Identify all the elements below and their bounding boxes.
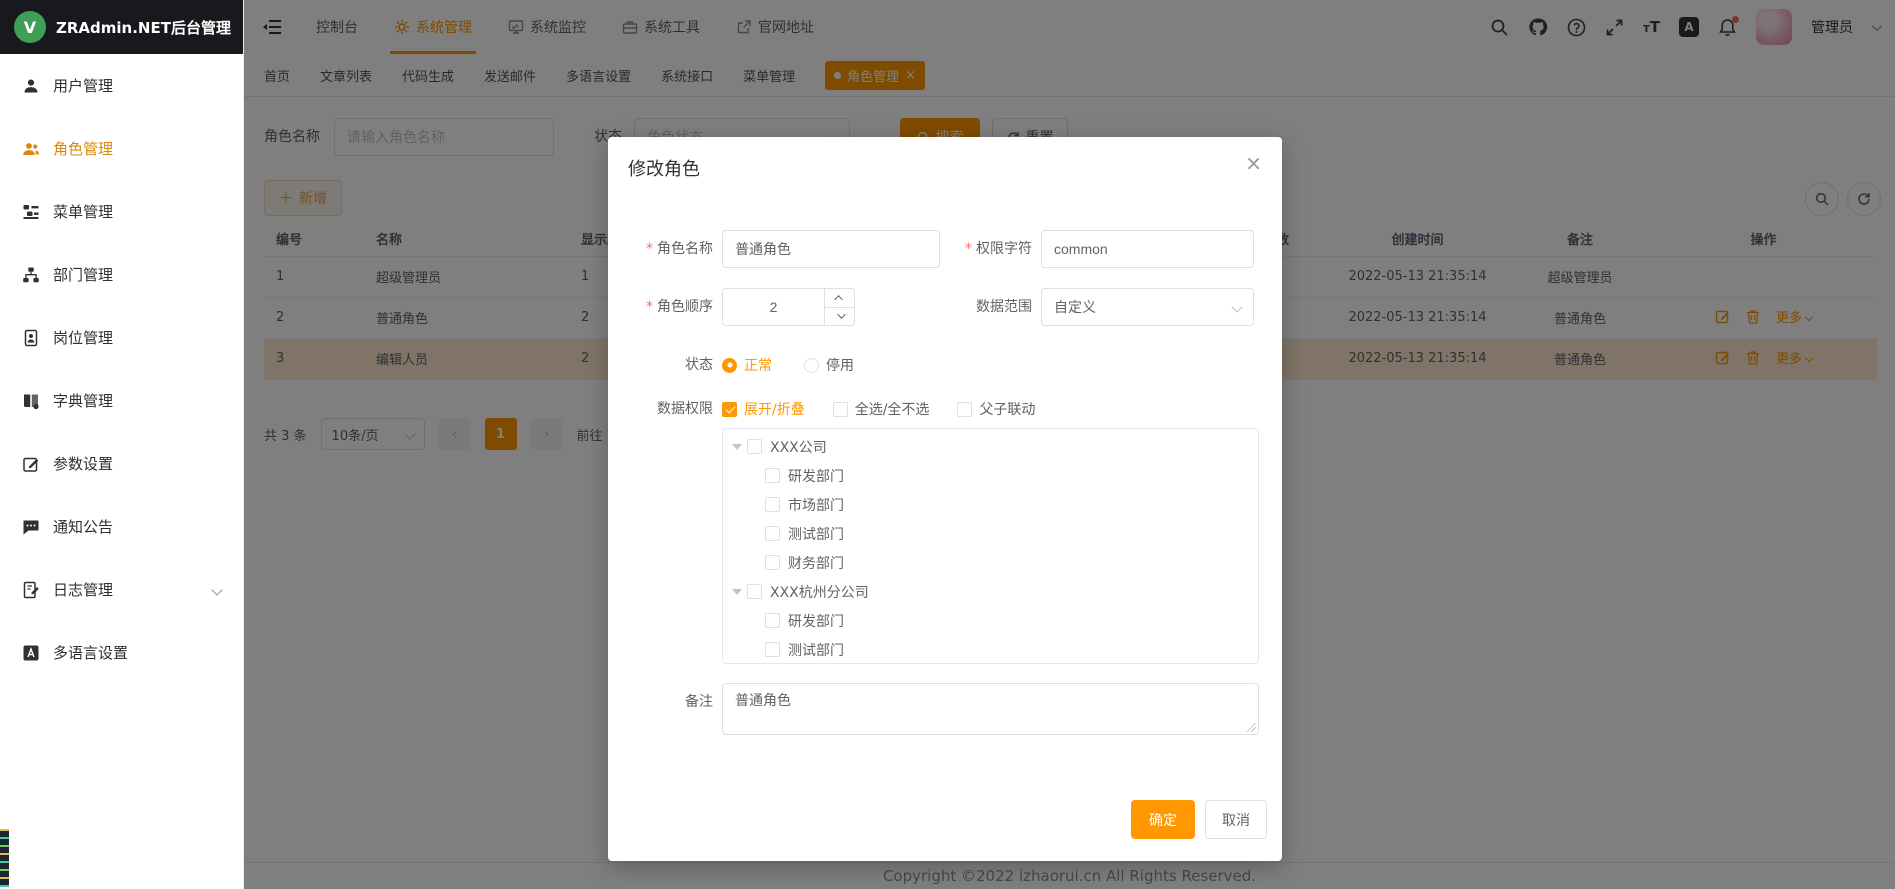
remark-label: 备注 bbox=[608, 683, 713, 721]
role-name-input[interactable] bbox=[722, 230, 940, 268]
sidebar-item-label: 菜单管理 bbox=[53, 201, 113, 222]
checkbox-icon[interactable] bbox=[765, 642, 780, 657]
sidebar-item-label: 部门管理 bbox=[53, 264, 113, 285]
radio-icon bbox=[804, 358, 819, 373]
checkbox-icon bbox=[722, 402, 737, 417]
form-row-1: *角色名称 *权限字符 bbox=[608, 230, 1282, 270]
book-icon bbox=[22, 392, 40, 410]
checkbox-icon[interactable] bbox=[765, 497, 780, 512]
form-row-status: 状态 正常 停用 bbox=[608, 346, 1282, 384]
role-name-label: *角色名称 bbox=[608, 230, 713, 268]
remark-textarea[interactable]: 普通角色 bbox=[722, 683, 1259, 735]
logo-icon: V bbox=[14, 11, 46, 43]
radio-icon bbox=[722, 358, 737, 373]
sidebar-item-role-manage[interactable]: 角色管理 bbox=[0, 117, 243, 180]
parent-child-link-checkbox[interactable]: 父子联动 bbox=[957, 399, 1035, 419]
checkbox-icon[interactable] bbox=[747, 584, 762, 599]
app: 控制台 系统管理 系统监控 系统工具 bbox=[0, 0, 1895, 889]
dept-tree: XXX公司 研发部门 市场部门 测试部门 财务部门 bbox=[722, 428, 1259, 664]
sidebar-item-i18n-settings[interactable]: 多语言设置 bbox=[0, 621, 243, 684]
sidebar-item-label: 日志管理 bbox=[53, 579, 113, 600]
status-radio-disabled[interactable]: 停用 bbox=[804, 355, 854, 375]
cancel-button[interactable]: 取消 bbox=[1205, 800, 1267, 839]
sidebar-item-user-manage[interactable]: 用户管理 bbox=[0, 54, 243, 117]
sidebar-item-post-manage[interactable]: 岗位管理 bbox=[0, 306, 243, 369]
sidebar-item-dept-manage[interactable]: 部门管理 bbox=[0, 243, 243, 306]
required-asterisk: * bbox=[646, 299, 653, 315]
data-perm-label: 数据权限 bbox=[608, 390, 713, 428]
sidebar-item-label: 字典管理 bbox=[53, 390, 113, 411]
stepper-down-button[interactable] bbox=[825, 308, 854, 326]
users-icon bbox=[22, 140, 40, 158]
checkbox-icon[interactable] bbox=[747, 439, 762, 454]
edit-square-icon bbox=[22, 455, 40, 473]
checkbox-icon bbox=[833, 402, 848, 417]
tree-expand-icon[interactable] bbox=[727, 589, 747, 595]
tree-node[interactable]: 测试部门 bbox=[723, 635, 1258, 664]
sidebar-item-notice[interactable]: 通知公告 bbox=[0, 495, 243, 558]
sidebar-item-label: 多语言设置 bbox=[53, 642, 128, 663]
close-icon[interactable]: × bbox=[1245, 153, 1262, 173]
data-scope-select[interactable]: 自定义 bbox=[1041, 288, 1254, 326]
sidebar-item-label: 用户管理 bbox=[53, 75, 113, 96]
sidebar-item-label: 通知公告 bbox=[53, 516, 113, 537]
data-scope-label: 数据范围 bbox=[926, 288, 1032, 326]
role-key-input[interactable] bbox=[1041, 230, 1254, 268]
role-order-stepper bbox=[722, 288, 855, 326]
app-logo: V ZRAdmin.NET后台管理 bbox=[0, 0, 243, 54]
required-asterisk: * bbox=[646, 241, 653, 257]
checkbox-icon[interactable] bbox=[765, 526, 780, 541]
sidebar: V ZRAdmin.NET后台管理 用户管理 角色管理 菜单管理 部门管理 bbox=[0, 0, 244, 889]
chevron-down-icon bbox=[1231, 301, 1242, 312]
role-order-label: *角色顺序 bbox=[608, 288, 713, 326]
form-row-2: *角色顺序 数据范围 自定义 bbox=[608, 288, 1282, 328]
tree-node[interactable]: XXX杭州分公司 bbox=[723, 577, 1258, 606]
tree-node[interactable]: 市场部门 bbox=[723, 490, 1258, 519]
language-square-icon bbox=[22, 644, 40, 662]
status-label: 状态 bbox=[608, 346, 713, 384]
dialog-title: 修改角色 bbox=[628, 155, 700, 181]
app-title: ZRAdmin.NET后台管理 bbox=[56, 17, 231, 38]
document-edit-icon bbox=[22, 581, 40, 599]
tree-expand-icon[interactable] bbox=[727, 444, 747, 450]
stepper-buttons bbox=[824, 289, 854, 325]
checkbox-icon[interactable] bbox=[765, 613, 780, 628]
sidebar-item-label: 岗位管理 bbox=[53, 327, 113, 348]
checkbox-icon bbox=[957, 402, 972, 417]
sidebar-item-log-manage[interactable]: 日志管理 bbox=[0, 558, 243, 621]
tree-node[interactable]: 研发部门 bbox=[723, 461, 1258, 490]
chevron-up-icon bbox=[834, 295, 842, 303]
expand-collapse-checkbox[interactable]: 展开/折叠 bbox=[722, 399, 805, 419]
sidebar-item-param-settings[interactable]: 参数设置 bbox=[0, 432, 243, 495]
sidebar-item-label: 参数设置 bbox=[53, 453, 113, 474]
select-all-checkbox[interactable]: 全选/全不选 bbox=[833, 399, 930, 419]
confirm-button[interactable]: 确定 bbox=[1131, 800, 1195, 839]
tree-node[interactable]: 研发部门 bbox=[723, 606, 1258, 635]
tree-node[interactable]: XXX公司 bbox=[723, 432, 1258, 461]
stats-monitor-widget bbox=[0, 829, 9, 887]
sidebar-item-label: 角色管理 bbox=[53, 138, 113, 159]
chevron-down-icon bbox=[211, 584, 222, 595]
form-row-data-perm: 数据权限 展开/折叠 全选/全不选 父子联动 bbox=[608, 390, 1282, 428]
role-key-label: *权限字符 bbox=[926, 230, 1032, 268]
stepper-up-button[interactable] bbox=[825, 289, 854, 308]
edit-role-dialog: 修改角色 × *角色名称 *权限字符 *角色顺序 数据范围 自定义 bbox=[608, 137, 1282, 861]
required-asterisk: * bbox=[965, 241, 972, 257]
chevron-down-icon bbox=[837, 311, 845, 319]
sidebar-menu: 用户管理 角色管理 菜单管理 部门管理 岗位管理 字典管理 bbox=[0, 54, 243, 684]
chat-bubble-icon bbox=[22, 518, 40, 536]
user-icon bbox=[22, 77, 40, 95]
checkbox-icon[interactable] bbox=[765, 555, 780, 570]
sidebar-item-dict-manage[interactable]: 字典管理 bbox=[0, 369, 243, 432]
status-radio-normal[interactable]: 正常 bbox=[722, 355, 772, 375]
tree-node[interactable]: 财务部门 bbox=[723, 548, 1258, 577]
menu-tree-icon bbox=[22, 203, 40, 221]
sidebar-item-menu-manage[interactable]: 菜单管理 bbox=[0, 180, 243, 243]
checkbox-icon[interactable] bbox=[765, 468, 780, 483]
badge-icon bbox=[22, 329, 40, 347]
org-chart-icon bbox=[22, 266, 40, 284]
tree-node[interactable]: 测试部门 bbox=[723, 519, 1258, 548]
